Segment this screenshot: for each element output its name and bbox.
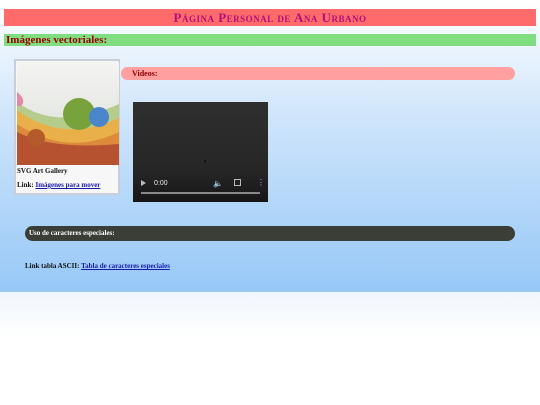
- svg-art-image: [17, 62, 119, 165]
- gallery-link-line: Link: Imágenes para mover: [17, 181, 100, 189]
- videos-heading: Videos:: [121, 67, 515, 80]
- volume-icon[interactable]: 🔈: [213, 179, 223, 188]
- svg-gallery-card: SVG Art Gallery Link: Imágenes para move…: [14, 59, 120, 195]
- page-background-lower: [0, 292, 540, 405]
- video-player[interactable]: 0:00 🔈 ⋮: [133, 102, 268, 202]
- video-time: 0:00: [154, 180, 168, 187]
- special-characters-heading: Uso de caracteres especiales:: [25, 226, 515, 241]
- video-progress-bar[interactable]: [141, 192, 260, 194]
- play-icon[interactable]: [141, 180, 146, 186]
- gallery-link-prefix: Link:: [17, 181, 36, 189]
- ascii-link-prefix: Link tabla ASCII:: [25, 262, 82, 270]
- gallery-caption: SVG Art Gallery: [17, 167, 68, 175]
- ascii-table-link[interactable]: Tabla de caracteres especiales: [81, 262, 170, 270]
- gallery-link[interactable]: Imágenes para mover: [35, 181, 100, 189]
- page-title: Página Personal de Ana Urbano: [4, 9, 536, 26]
- fullscreen-icon[interactable]: [234, 179, 241, 186]
- ascii-link-line: Link tabla ASCII: Tabla de caracteres es…: [25, 262, 170, 270]
- more-options-icon[interactable]: ⋮: [257, 178, 265, 187]
- vector-images-heading: Imágenes vectoriales:: [4, 34, 536, 46]
- loading-indicator-icon: [204, 160, 206, 162]
